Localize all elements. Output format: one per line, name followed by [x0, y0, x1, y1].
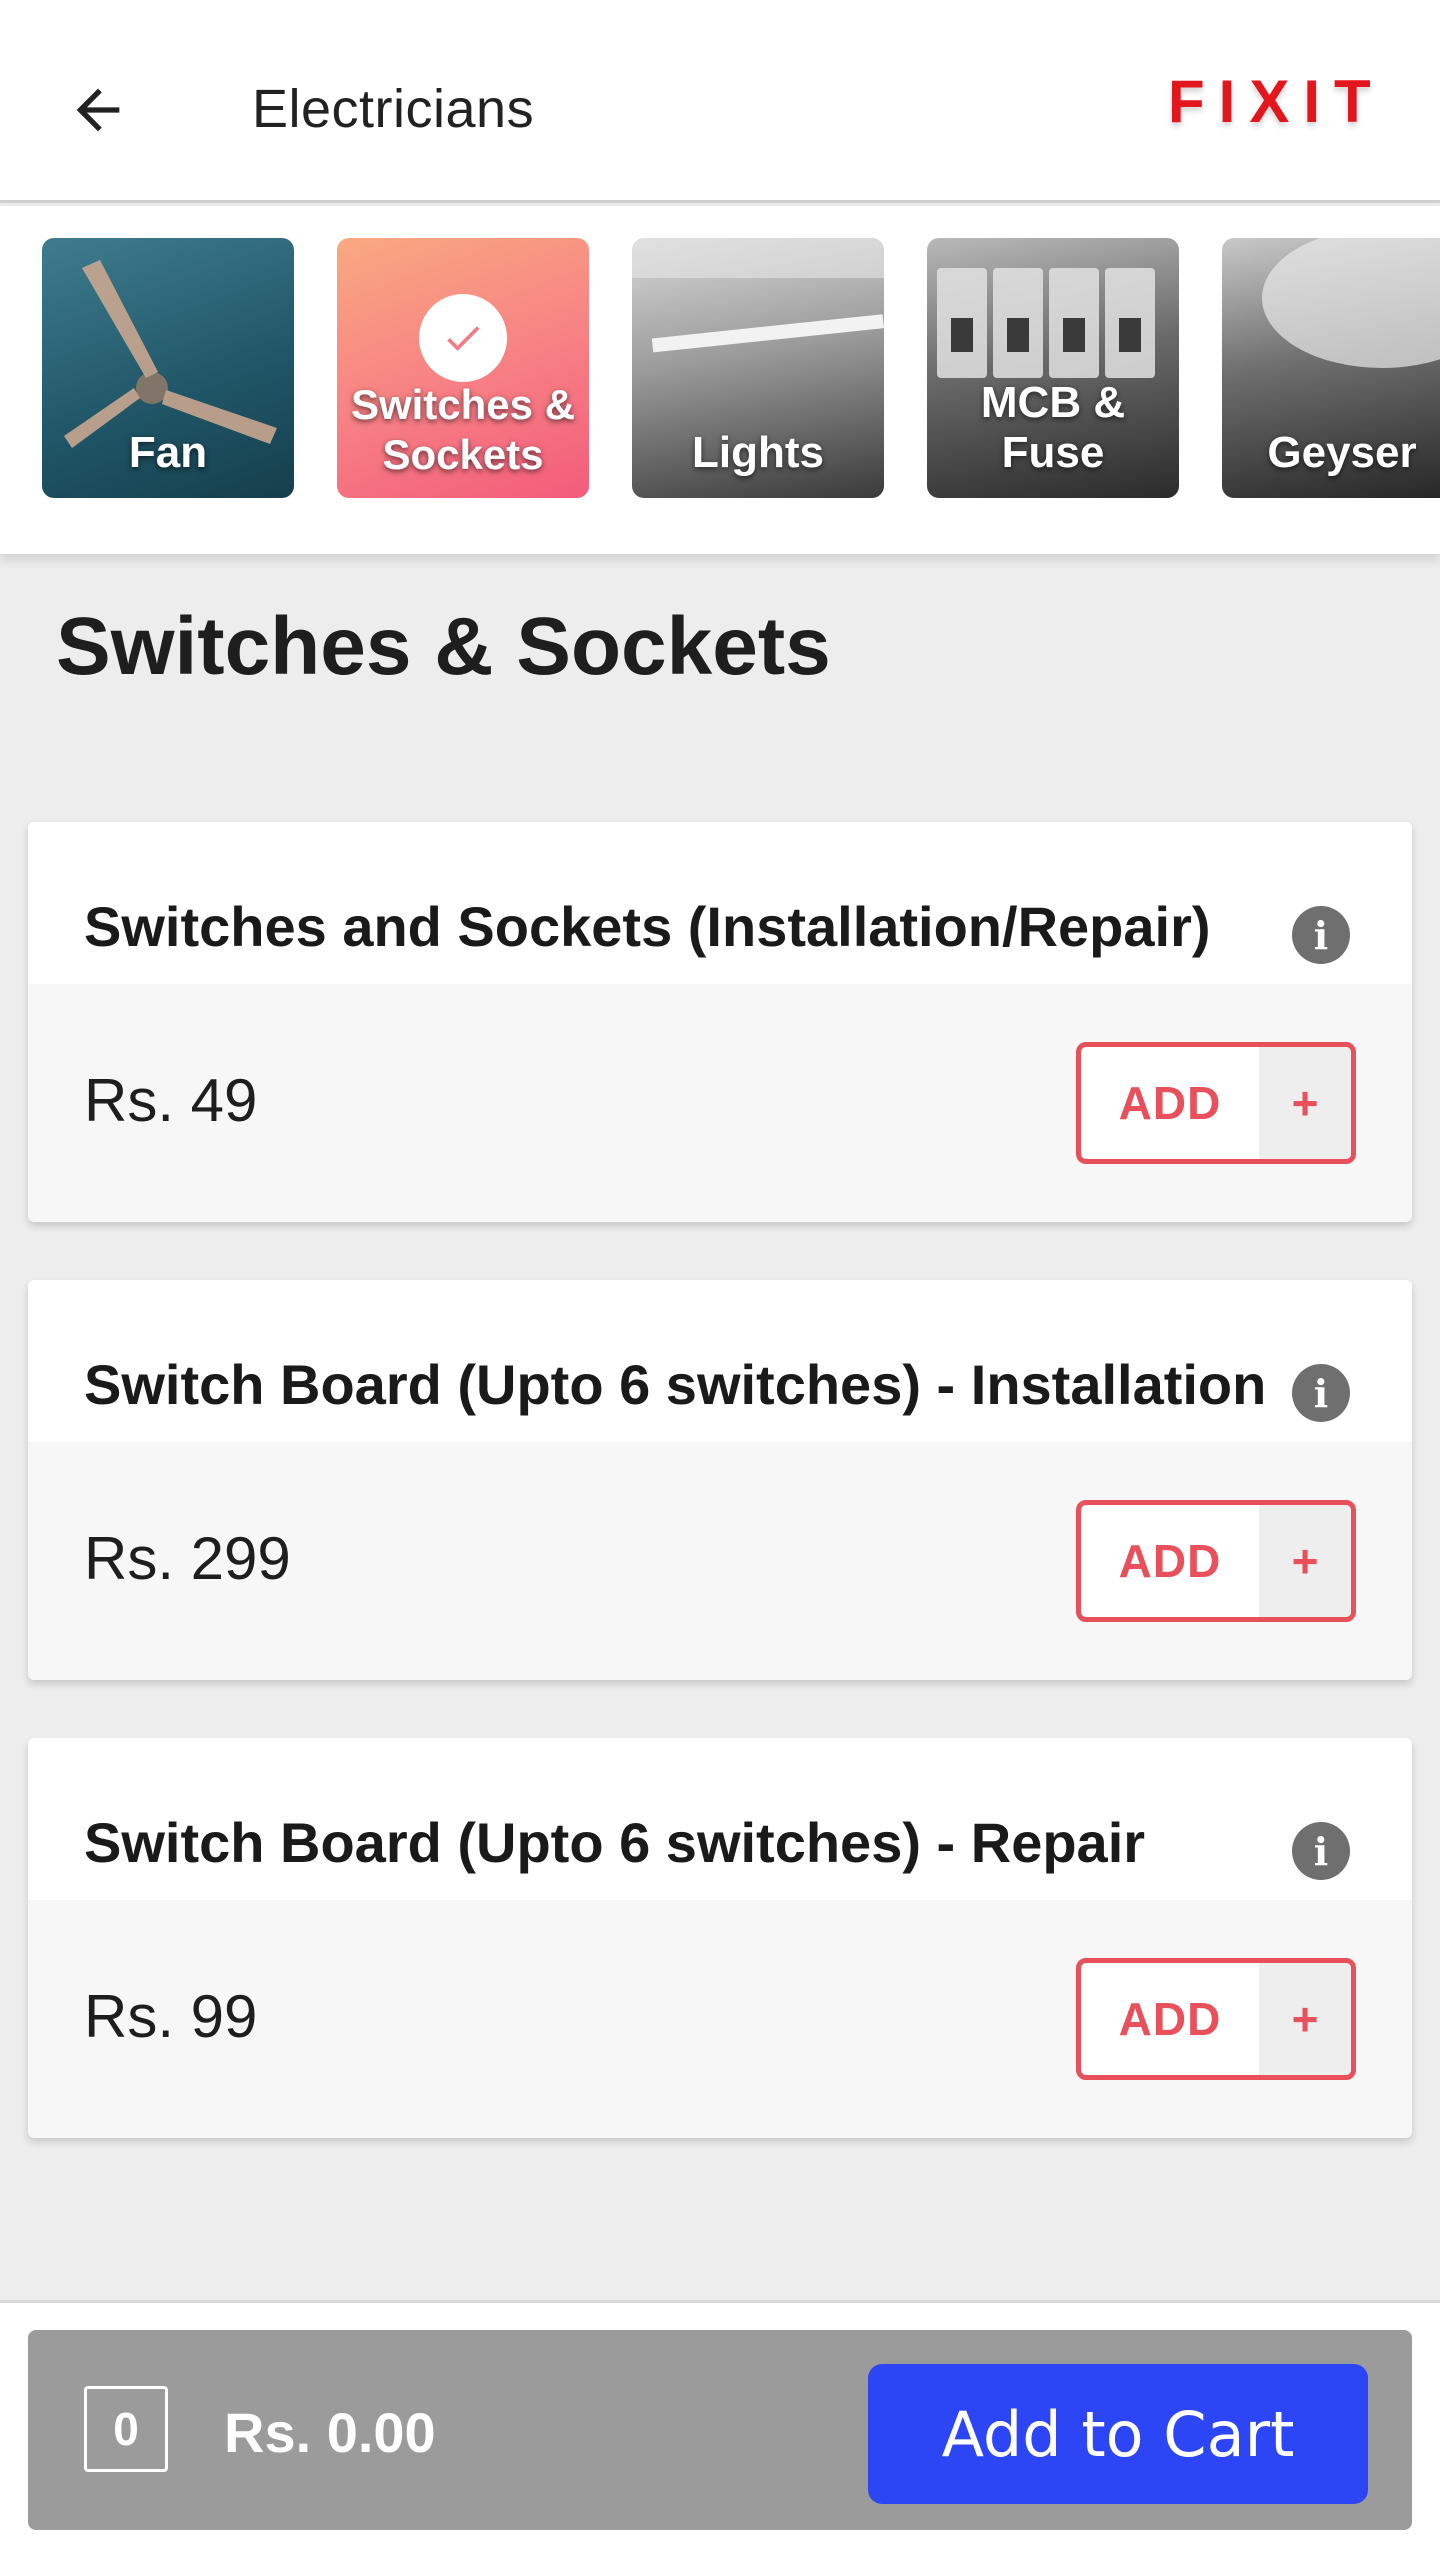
add-service-button[interactable]: ADD + — [1076, 1958, 1356, 2080]
add-label: ADD — [1118, 1077, 1222, 1129]
info-icon[interactable]: i — [1292, 1364, 1350, 1422]
service-name: Switch Board (Upto 6 switches) - Repair — [84, 1811, 1146, 1874]
service-price: Rs. 49 — [84, 1067, 258, 1134]
plus-icon: + — [1259, 1047, 1351, 1159]
cart-quantity: 0 — [84, 2386, 168, 2472]
arrow-left-icon — [76, 88, 120, 132]
section-title: Switches & Sockets — [56, 601, 831, 692]
app-header: Electricians FIXIT — [0, 0, 1440, 203]
category-label: Fan — [128, 428, 208, 477]
category-label: MCB & Fuse — [980, 378, 1126, 477]
service-card-header: Switches and Sockets (Installation/Repai… — [28, 822, 1412, 984]
service-card: Switches and Sockets (Installation/Repai… — [28, 822, 1412, 1222]
category-label: Switches & Sockets — [350, 381, 576, 478]
add-label: ADD — [1118, 1535, 1222, 1587]
category-label: Lights — [692, 428, 824, 477]
service-name: Switch Board (Upto 6 switches) - Install… — [84, 1353, 1267, 1416]
service-card-header: Switch Board (Upto 6 switches) - Repair … — [28, 1738, 1412, 1900]
cart-total: Rs. 0.00 — [224, 2401, 436, 2464]
info-icon[interactable]: i — [1292, 1822, 1350, 1880]
info-icon[interactable]: i — [1292, 906, 1350, 964]
back-button[interactable] — [58, 70, 138, 150]
service-card: Switch Board (Upto 6 switches) - Install… — [28, 1280, 1412, 1680]
category-lights[interactable]: Lights — [632, 238, 884, 498]
category-mcb-fuse[interactable]: MCB & Fuse — [927, 238, 1179, 498]
page-title: Electricians — [252, 79, 535, 139]
add-to-cart-button[interactable]: Add to Cart — [868, 2364, 1368, 2504]
service-card: Switch Board (Upto 6 switches) - Repair … — [28, 1738, 1412, 2138]
service-price: Rs. 299 — [84, 1525, 291, 1592]
add-service-button[interactable]: ADD + — [1076, 1042, 1356, 1164]
plus-icon: + — [1259, 1963, 1351, 2075]
add-label: ADD — [1118, 1993, 1222, 2045]
category-switches-sockets[interactable]: Switches & Sockets — [337, 238, 589, 498]
category-label: Geyser — [1267, 428, 1417, 477]
selected-check-icon — [419, 294, 507, 382]
service-card-header: Switch Board (Upto 6 switches) - Install… — [28, 1280, 1412, 1442]
service-name: Switches and Sockets (Installation/Repai… — [84, 895, 1211, 958]
add-service-button[interactable]: ADD + — [1076, 1500, 1356, 1622]
fixit-logo: FIXIT — [1168, 67, 1385, 135]
plus-icon: + — [1259, 1505, 1351, 1617]
category-fan[interactable]: Fan — [42, 238, 294, 498]
category-strip: Fan Switches & Sockets Lights MCB & Fuse… — [0, 206, 1440, 554]
cart-summary-bar: 0 Rs. 0.00 Add to Cart — [28, 2330, 1412, 2530]
service-price: Rs. 99 — [84, 1983, 258, 2050]
category-geyser[interactable]: Geyser — [1222, 238, 1440, 498]
